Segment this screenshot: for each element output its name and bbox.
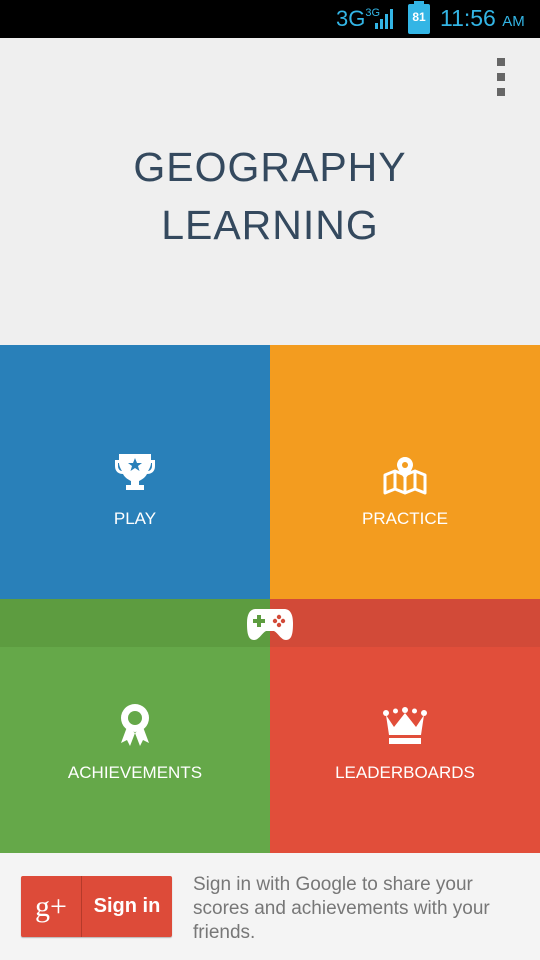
- title-line-2: LEARNING: [161, 202, 379, 248]
- title-line-1: GEOGRAPHY: [133, 144, 407, 190]
- clock-time: 11:56: [440, 5, 496, 31]
- signin-description: Sign in with Google to share your scores…: [193, 874, 490, 943]
- signin-label: Sign in: [93, 895, 161, 917]
- overflow-menu-icon[interactable]: [490, 58, 512, 96]
- practice-tile[interactable]: PRACTICE: [270, 345, 540, 599]
- gamepad-icon: [247, 609, 293, 640]
- page-title: GEOGRAPHY LEARNING: [0, 138, 540, 254]
- ribbon-icon: [121, 704, 149, 746]
- clock-ampm: AM: [502, 13, 525, 30]
- crown-icon: [383, 707, 427, 744]
- tile-band-right: [270, 599, 540, 647]
- map-pin-icon: [383, 457, 427, 495]
- status-bar: 3G3G 81 11:56 AM: [0, 0, 540, 38]
- trophy-icon: [115, 454, 155, 490]
- play-tile[interactable]: PLAY: [0, 345, 270, 599]
- clock: 11:56 AM: [440, 5, 525, 32]
- achievements-label: ACHIEVEMENTS: [67, 763, 203, 782]
- battery-level: 81: [412, 10, 426, 24]
- network-label: 3G: [336, 6, 366, 31]
- footer: g+ Sign in Sign in with Google to share …: [0, 853, 540, 960]
- google-plus-icon: g+: [35, 890, 67, 923]
- signal-icon: [375, 9, 393, 29]
- google-signin-button[interactable]: g+ Sign in: [21, 876, 172, 937]
- battery-icon: 81: [408, 1, 430, 34]
- play-label: PLAY: [113, 509, 157, 528]
- tile-band-left: [0, 599, 270, 647]
- practice-label: PRACTICE: [362, 509, 448, 528]
- leaderboards-label: LEADERBOARDS: [335, 763, 475, 782]
